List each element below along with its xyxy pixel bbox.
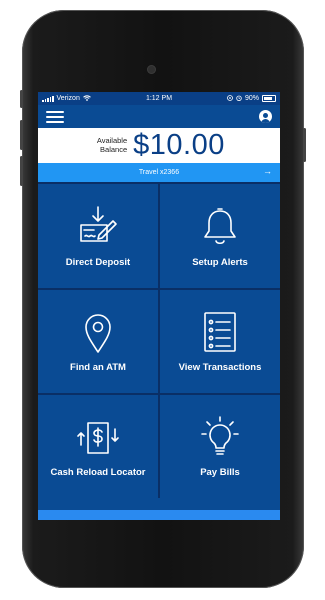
balance-label: Available Balance [93,136,128,154]
status-time: 1:12 PM [145,95,173,102]
user-profile-icon[interactable] [259,110,272,123]
find-atm-tile[interactable]: Find an ATM [38,290,158,393]
view-transactions-tile[interactable]: View Transactions [160,290,280,393]
direct-deposit-icon [80,205,117,242]
tile-label: Find an ATM [70,362,126,373]
tile-label: Pay Bills [200,467,240,478]
app-header [38,105,280,128]
cash-reload-locator-tile[interactable]: Cash Reload Locator [38,395,158,498]
action-grid: Direct Deposit Setup Alerts Find an ATM [38,182,280,498]
tile-label: View Transactions [178,362,262,373]
battery-icon [262,95,276,102]
balance-amount: $10.00 [133,129,225,161]
balance-panel: Available Balance $10.00 [38,128,280,163]
phone-volume-down-button [20,156,23,186]
app-screen: Verizon 1:12 PM 90% Available Balance $1… [38,92,280,520]
front-camera [147,65,156,74]
hamburger-menu-icon[interactable] [46,110,64,123]
setup-alerts-tile[interactable]: Setup Alerts [160,184,280,288]
phone-side-button [20,90,23,108]
balance-label-line2: Balance [100,144,128,154]
account-name: Travel x2366 [138,169,180,176]
tile-label: Setup Alerts [192,256,248,268]
location-pin-icon [85,314,111,353]
bottom-bar [38,510,280,520]
tile-label: Direct Deposit [65,256,131,268]
phone-volume-up-button [20,120,23,150]
direct-deposit-tile[interactable]: Direct Deposit [38,184,158,288]
account-selector[interactable]: Travel x2366 → [38,163,280,182]
status-bar: Verizon 1:12 PM 90% [38,92,280,105]
phone-power-button [303,128,306,162]
bell-icon [204,207,236,244]
lightbulb-icon [201,416,239,455]
cash-reload-icon [77,422,119,454]
transactions-list-icon [204,312,236,352]
pay-bills-tile[interactable]: Pay Bills [160,395,280,498]
tile-label: Cash Reload Locator [50,467,146,478]
arrow-right-icon: → [263,166,272,176]
